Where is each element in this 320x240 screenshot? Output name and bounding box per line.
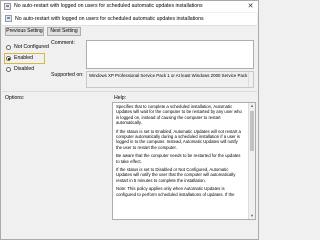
help-paragraph: If the status is set to Disabled or Not … bbox=[116, 167, 236, 183]
help-paragraph: Be aware that the computer needs to be r… bbox=[116, 153, 241, 164]
help-label: Help: bbox=[114, 95, 127, 101]
title-bar[interactable]: No auto-restart with logged on users for… bbox=[1, 1, 258, 12]
policy-icon bbox=[4, 3, 11, 10]
supported-scrollbar[interactable] bbox=[248, 72, 253, 87]
scroll-thumb[interactable] bbox=[250, 111, 254, 151]
help-paragraph: If the status is set to Enabled, Automat… bbox=[116, 128, 241, 150]
radio-button[interactable] bbox=[6, 45, 11, 50]
comment-label: Comment: bbox=[51, 40, 75, 46]
radio-label: Disabled bbox=[14, 66, 35, 72]
help-text: Specifies that to complete a scheduled i… bbox=[116, 104, 244, 200]
previous-setting-button[interactable]: Previous Setting bbox=[5, 27, 44, 36]
radio-label: Not Configured bbox=[14, 44, 49, 50]
help-pane[interactable]: Specifies that to complete a scheduled i… bbox=[112, 102, 256, 220]
help-paragraph: Note: This policy applies only when Auto… bbox=[116, 186, 235, 197]
radio-button[interactable] bbox=[6, 56, 11, 61]
button-bar bbox=[2, 223, 257, 239]
supported-on-value: Windows XP Professional Service Pack 1 o… bbox=[89, 73, 251, 78]
help-scrollbar[interactable]: ▲ ▼ bbox=[248, 103, 255, 219]
options-label: Options: bbox=[5, 95, 25, 101]
help-paragraph: Specifies that to complete a scheduled i… bbox=[116, 104, 242, 126]
divider bbox=[2, 91, 257, 92]
radio-button[interactable] bbox=[6, 67, 11, 72]
scroll-down-icon[interactable]: ▼ bbox=[249, 213, 255, 219]
scroll-up-icon[interactable]: ▲ bbox=[249, 103, 255, 109]
radio-label: Enabled bbox=[14, 55, 34, 61]
comment-field[interactable] bbox=[86, 40, 254, 69]
close-icon[interactable]: ✕ bbox=[246, 2, 255, 11]
policy-icon bbox=[5, 15, 12, 22]
policy-settings-window: No auto-restart with logged on users for… bbox=[0, 0, 259, 240]
options-pane bbox=[4, 102, 108, 220]
supported-on-label: Supported on: bbox=[51, 72, 84, 78]
window-title: No auto-restart with logged on users for… bbox=[14, 3, 203, 9]
supported-on-field: Windows XP Professional Service Pack 1 o… bbox=[86, 71, 254, 88]
next-setting-button[interactable]: Next Setting bbox=[47, 27, 81, 36]
policy-name: No auto-restart with logged on users for… bbox=[15, 16, 204, 22]
policy-header: No auto-restart with logged on users for… bbox=[2, 13, 257, 26]
